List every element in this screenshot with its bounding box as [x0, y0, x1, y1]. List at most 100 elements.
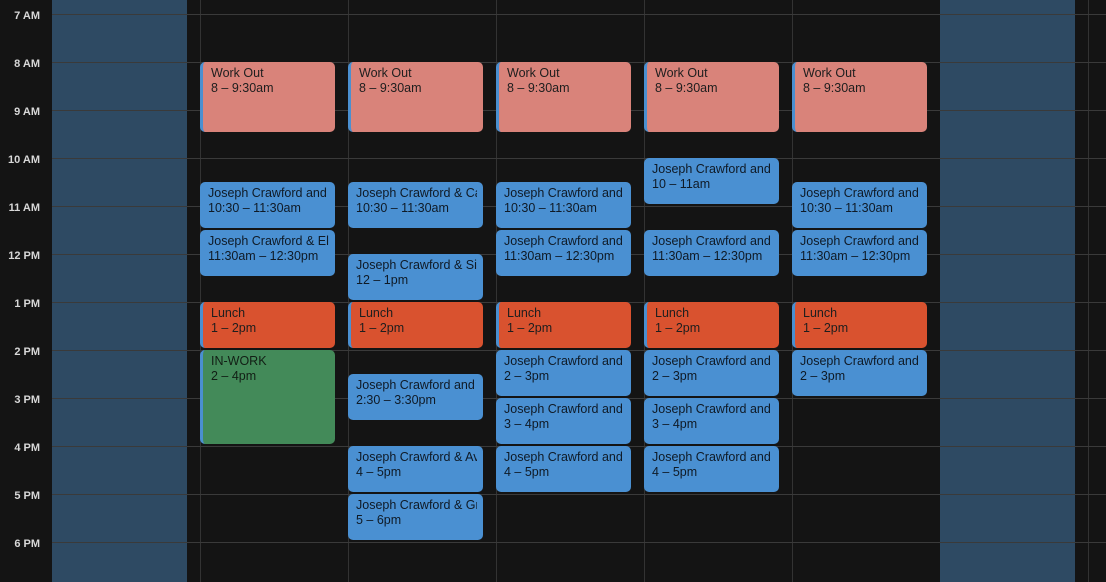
event-time: 2 – 3pm	[504, 369, 550, 383]
event-title: Work Out	[211, 66, 264, 80]
event-time: 8 – 9:30am	[803, 81, 866, 95]
event-time: 1 – 2pm	[655, 321, 701, 335]
time-label: 6 PM	[14, 538, 40, 550]
time-gutter: 7 AM 8 AM 9 AM 10 AM 11 AM 12 PM 1 PM 2 …	[0, 0, 52, 582]
hour-line	[52, 14, 1106, 15]
event-card[interactable]: Joseph Crawford and 2 – 3pm	[496, 350, 631, 396]
event-card[interactable]: Lunch 1 – 2pm	[348, 302, 483, 348]
event-time: 2 – 3pm	[800, 369, 846, 383]
event-card[interactable]: Joseph Crawford and J 10:30 – 11:30am	[200, 182, 335, 228]
event-title: IN-WORK	[211, 354, 267, 368]
event-time: 1 – 2pm	[507, 321, 553, 335]
event-title: Work Out	[655, 66, 708, 80]
event-card[interactable]: Joseph Crawford and 2 – 3pm	[792, 350, 927, 396]
event-card[interactable]: Work Out 8 – 9:30am	[348, 62, 483, 132]
time-label: 8 AM	[14, 58, 40, 70]
event-card[interactable]: Joseph Crawford and 10 – 11am	[644, 158, 779, 204]
event-title: Joseph Crawford and	[800, 354, 919, 368]
event-card[interactable]: Joseph Crawford and 10:30 – 11:30am	[792, 182, 927, 228]
time-label: 12 PM	[8, 250, 40, 262]
event-card[interactable]: Joseph Crawford and 11:30am – 12:30pm	[644, 230, 779, 276]
event-title: Joseph Crawford and	[504, 186, 623, 200]
event-title: Joseph Crawford and	[356, 378, 475, 392]
event-title: Joseph Crawford and	[504, 234, 623, 248]
event-title: Lunch	[655, 306, 690, 320]
time-label: 1 PM	[14, 298, 40, 310]
event-title: Work Out	[803, 66, 856, 80]
time-label: 10 AM	[8, 154, 40, 166]
event-card[interactable]: Joseph Crawford and 3 – 4pm	[496, 398, 631, 444]
event-time: 8 – 9:30am	[655, 81, 718, 95]
event-title: Joseph Crawford and	[652, 450, 771, 464]
event-time: 1 – 2pm	[211, 321, 257, 335]
event-card[interactable]: Work Out 8 – 9:30am	[792, 62, 927, 132]
event-card[interactable]: Joseph Crawford & Gr 5 – 6pm	[348, 494, 483, 540]
event-card[interactable]: Joseph Crawford and 3 – 4pm	[644, 398, 779, 444]
time-label: 4 PM	[14, 442, 40, 454]
event-card[interactable]: Work Out 8 – 9:30am	[496, 62, 631, 132]
event-card[interactable]: Joseph Crawford and 2 – 3pm	[644, 350, 779, 396]
event-card[interactable]: Lunch 1 – 2pm	[792, 302, 927, 348]
event-title: Joseph Crawford & Gr	[356, 498, 477, 512]
event-time: 2 – 3pm	[652, 369, 698, 383]
event-time: 4 – 5pm	[356, 465, 402, 479]
event-title: Joseph Crawford and	[800, 234, 919, 248]
event-card[interactable]: Joseph Crawford and 11:30am – 12:30pm	[496, 230, 631, 276]
event-time: 1 – 2pm	[359, 321, 405, 335]
time-label: 3 PM	[14, 394, 40, 406]
event-time: 2:30 – 3:30pm	[356, 393, 436, 407]
event-time: 10:30 – 11:30am	[356, 201, 449, 215]
event-title: Joseph Crawford and	[652, 402, 771, 416]
event-title: Joseph Crawford and	[652, 354, 771, 368]
event-time: 11:30am – 12:30pm	[800, 249, 911, 263]
event-title: Joseph Crawford and	[652, 162, 771, 176]
event-time: 11:30am – 12:30pm	[208, 249, 319, 263]
event-title: Joseph Crawford and	[504, 354, 623, 368]
event-title: Lunch	[507, 306, 542, 320]
time-label: 5 PM	[14, 490, 40, 502]
event-time: 3 – 4pm	[652, 417, 698, 431]
event-time: 10:30 – 11:30am	[800, 201, 893, 215]
event-time: 8 – 9:30am	[211, 81, 274, 95]
event-card[interactable]: Work Out 8 – 9:30am	[644, 62, 779, 132]
event-card[interactable]: Joseph Crawford & Sie 12 – 1pm	[348, 254, 483, 300]
event-time: 11:30am – 12:30pm	[652, 249, 763, 263]
time-label: 2 PM	[14, 346, 40, 358]
event-time: 11:30am – 12:30pm	[504, 249, 615, 263]
event-card[interactable]: Lunch 1 – 2pm	[200, 302, 335, 348]
event-title: Lunch	[803, 306, 838, 320]
calendar-week-grid: 7 AM 8 AM 9 AM 10 AM 11 AM 12 PM 1 PM 2 …	[0, 0, 1106, 582]
event-card[interactable]: Joseph Crawford and 2:30 – 3:30pm	[348, 374, 483, 420]
hour-line	[52, 494, 1106, 495]
event-title: Joseph Crawford and J	[208, 186, 329, 200]
event-card[interactable]: Joseph Crawford & Av 4 – 5pm	[348, 446, 483, 492]
event-time: 12 – 1pm	[356, 273, 409, 287]
event-time: 10:30 – 11:30am	[208, 201, 301, 215]
event-card[interactable]: Joseph Crawford and 11:30am – 12:30pm	[792, 230, 927, 276]
event-title: Joseph Crawford & Ca	[356, 186, 477, 200]
event-time: 8 – 9:30am	[507, 81, 570, 95]
event-card[interactable]: IN-WORK 2 – 4pm	[200, 350, 335, 444]
event-title: Joseph Crawford & Av	[356, 450, 477, 464]
event-card[interactable]: Lunch 1 – 2pm	[496, 302, 631, 348]
event-title: Work Out	[359, 66, 412, 80]
event-card[interactable]: Joseph Crawford and 4 – 5pm	[496, 446, 631, 492]
event-time: 10:30 – 11:30am	[504, 201, 597, 215]
event-title: Joseph Crawford and	[504, 450, 623, 464]
event-card[interactable]: Joseph Crawford and 10:30 – 11:30am	[496, 182, 631, 228]
event-card[interactable]: Joseph Crawford & Ca 10:30 – 11:30am	[348, 182, 483, 228]
event-title: Lunch	[211, 306, 246, 320]
event-time: 4 – 5pm	[652, 465, 698, 479]
time-label: 11 AM	[8, 202, 40, 214]
event-card[interactable]: Joseph Crawford and 4 – 5pm	[644, 446, 779, 492]
time-label: 7 AM	[14, 10, 40, 22]
event-time: 3 – 4pm	[504, 417, 550, 431]
event-card[interactable]: Joseph Crawford & Ele 11:30am – 12:30pm	[200, 230, 335, 276]
event-time: 8 – 9:30am	[359, 81, 422, 95]
event-card[interactable]: Lunch 1 – 2pm	[644, 302, 779, 348]
hour-line	[52, 158, 1106, 159]
event-card[interactable]: Work Out 8 – 9:30am	[200, 62, 335, 132]
event-title: Joseph Crawford and	[504, 402, 623, 416]
hour-line	[52, 542, 1106, 543]
event-title: Work Out	[507, 66, 560, 80]
